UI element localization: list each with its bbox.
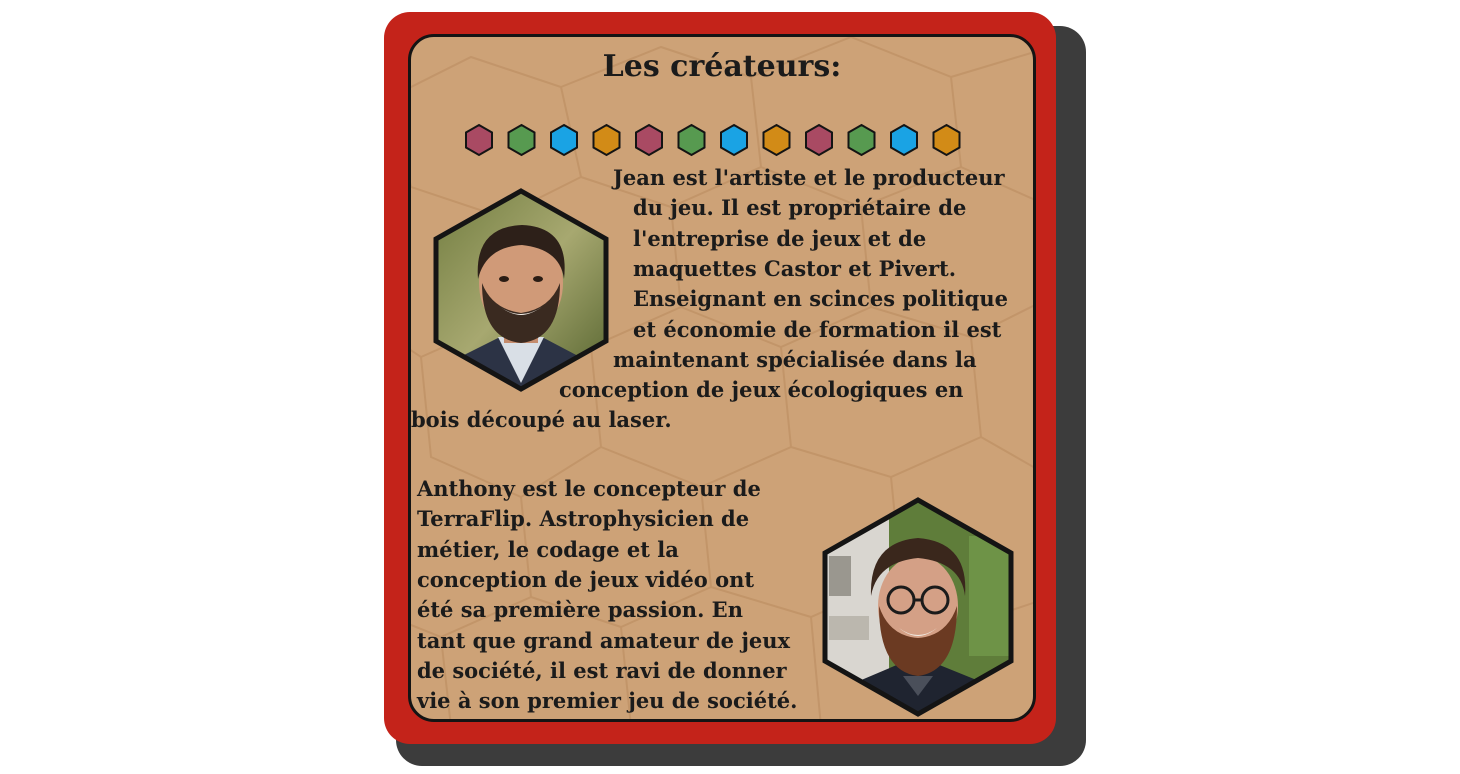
hex-gem [720,123,748,157]
gem-row [465,123,961,157]
hex-gem [635,123,663,157]
hex-gem [592,123,621,157]
hex-gem [465,123,493,157]
bio-line: Anthony est le concepteur de [417,476,761,501]
hex-gem [890,123,918,157]
hex-gem [805,123,833,157]
bio-line: Enseignant en scinces politique [633,286,1008,312]
bio-line: conception de jeux écologiques en [559,377,964,403]
bio-line: Jean est l'artiste et le producteur [613,165,1005,190]
bio-line: maintenant spécialisée dans la [613,346,977,372]
card-parchment: Les créateurs: Jean est l'artiste et le … [408,34,1036,722]
card-title: Les créateurs: [602,49,842,84]
bio-line: bois découpé au laser. [411,407,672,433]
hex-gem [550,123,578,157]
bio-line: métier, le codage et la [417,536,679,562]
bio-line: conception de jeux vidéo ont [417,566,755,592]
bio-line: de société, il est ravi de donner [417,657,787,683]
bearded-man-portrait [433,188,609,392]
creators-card: Les créateurs: Jean est l'artiste et le … [384,12,1056,744]
bio-line: tant que grand amateur de jeux [417,627,791,653]
bearded-man-with-glasses-portrait [822,497,1014,717]
bio-line: maquettes Castor et Pivert. [633,255,957,281]
hex-gem [677,123,706,157]
bio-line: et économie de formation il est [633,316,1002,342]
bio-line: vie à son premier jeu de société. [417,688,798,714]
bio-line: l'entreprise de jeux et de [633,225,927,251]
bio-line: été sa première passion. En [417,597,743,623]
hex-gem [847,123,876,157]
hex-gem [932,123,961,157]
hex-gem [507,123,536,157]
bio-line: TerraFlip. Astrophysicien de [417,506,750,532]
hex-gem [762,123,791,157]
bio-line: du jeu. Il est propriétaire de [633,195,967,221]
